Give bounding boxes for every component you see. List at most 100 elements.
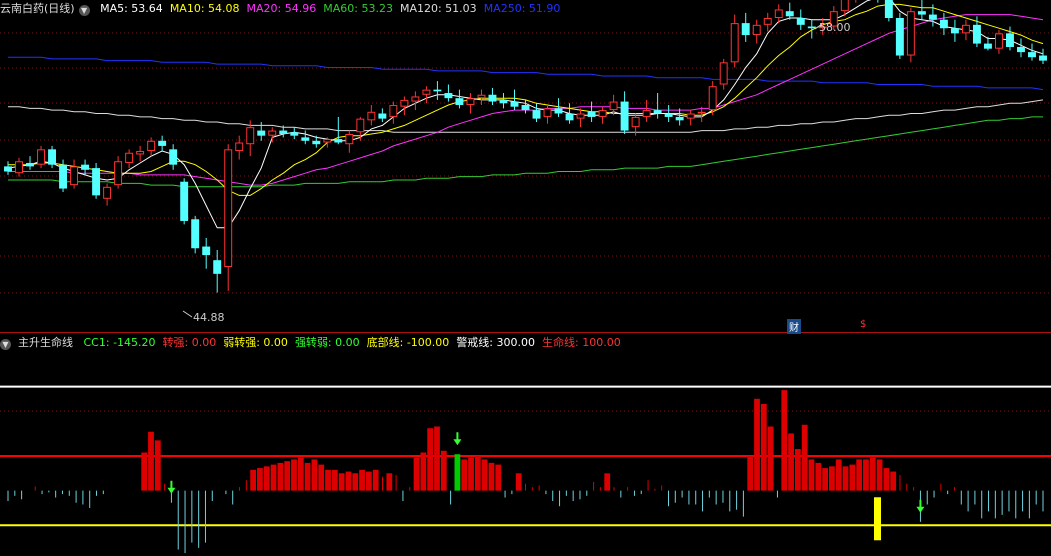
signal-bar-red (515, 473, 522, 491)
candle-body-up (345, 133, 354, 145)
low-marker-line (182, 310, 193, 318)
candle-body-down (664, 113, 673, 117)
candle-body-down (895, 18, 904, 56)
candle-body-down (312, 140, 321, 145)
candle-body-down (620, 101, 629, 131)
candle-body-up (609, 101, 618, 111)
signal-bar-red (345, 471, 352, 491)
signal-bar-red (270, 464, 277, 491)
candle-body-down (301, 137, 310, 141)
signal-bar-red (808, 459, 815, 491)
candle-body-down (4, 166, 12, 172)
main-title[interactable]: 云南白药(日线) (0, 2, 75, 15)
signal-bar-red (890, 471, 897, 491)
signal-bar-red (794, 449, 801, 491)
candle-body-up (994, 33, 1003, 49)
candle-body-up (15, 161, 23, 174)
candle-body-down (785, 11, 794, 17)
candle-body-up (906, 11, 915, 56)
arrow-down-icon (167, 487, 176, 494)
signal-bar-red (801, 424, 808, 491)
candle-body-down (653, 110, 662, 114)
candle-body-down (378, 113, 387, 119)
candle-body-up (752, 24, 761, 36)
signal-bar-red (148, 431, 154, 491)
candle-body-down (334, 139, 343, 143)
indicator-legend-item: 底部线: -100.00 (366, 336, 450, 349)
indicator-legend-item: 警戒线: 300.00 (456, 336, 536, 349)
ma-legend-item: MA120: 51.03 (399, 2, 477, 15)
candle-body-up (730, 23, 739, 63)
indicator-legend-item: 弱转强: 0.00 (223, 336, 288, 349)
candle-body-up (323, 139, 332, 143)
candle-body-up (840, 0, 849, 12)
signal-bar-red (883, 468, 890, 491)
bottom-signal-bar (874, 497, 881, 541)
candle-body-up (543, 108, 552, 117)
signal-bar-red (365, 471, 372, 491)
signal-bar-red (277, 462, 284, 491)
signal-bar-red (767, 426, 774, 491)
signal-bar-red (331, 469, 338, 491)
candle-body-up (147, 140, 156, 152)
signal-bar-red (141, 452, 148, 491)
signal-bar-red (318, 464, 325, 491)
sub-title[interactable]: 主升生命线 (18, 336, 73, 349)
candle-body-down (26, 162, 34, 167)
candle-body-up (367, 111, 376, 121)
candle-body-down (433, 89, 442, 92)
candle-body-up (642, 110, 651, 117)
candle-body-down (191, 219, 200, 249)
candle-body-down (884, 0, 893, 19)
signal-bar-red (495, 464, 502, 491)
signal-bar-red (481, 459, 488, 491)
signal-bar-red (856, 459, 863, 491)
candle-body-down (169, 149, 178, 165)
candle-body-down (1039, 55, 1047, 61)
signal-bar-red (876, 459, 883, 491)
candle-body-up (235, 142, 244, 152)
candle-body-up (598, 110, 607, 117)
main-chart-header: 云南白药(日线) ▼ MA5: 53.64 MA10: 54.08 MA20: 54.… (0, 0, 574, 18)
dividend-marker[interactable]: $ (860, 319, 866, 330)
candle-body-up (719, 62, 728, 85)
signal-bar-red (781, 390, 788, 491)
candle-body-up (389, 104, 398, 117)
candle-body-down (917, 11, 926, 15)
candle-body-up (37, 149, 45, 165)
signal-bar-red (474, 455, 481, 491)
collapse-icon[interactable]: ▼ (78, 5, 90, 16)
candle-body-down (1006, 33, 1014, 47)
candle-body-up (411, 96, 420, 102)
candle-body-down (92, 168, 101, 196)
signal-bar-red (263, 466, 270, 491)
signal-bar-red (747, 455, 754, 491)
ma-legend-item: MA10: 54.08 (169, 2, 240, 15)
signal-bar-red (284, 461, 291, 491)
candle-body-down (1028, 52, 1036, 58)
indicator-legend-item: 生命线: 100.00 (542, 336, 621, 349)
finance-marker[interactable]: 财 (787, 319, 801, 334)
signal-bar-red (788, 433, 794, 491)
signal-bar-red (440, 450, 447, 491)
signal-bar-red (863, 459, 869, 491)
candle-body-up (70, 166, 79, 186)
candle-body-down (532, 110, 541, 119)
signal-bar-red (372, 469, 379, 491)
signal-bar-red (359, 469, 365, 491)
signal-bar-red (154, 440, 161, 491)
signal-bar-red (297, 457, 304, 491)
ma-legend: MA5: 53.64 MA10: 54.08 MA20: 54.96 MA60: 53… (100, 2, 567, 15)
collapse-icon[interactable]: ▼ (0, 339, 11, 350)
ma-legend-item: MA20: 54.96 (246, 2, 317, 15)
candle-body-up (356, 118, 365, 133)
signal-bar-red (257, 468, 263, 491)
signal-bar-red (869, 457, 876, 491)
candle-body-down (213, 260, 222, 274)
candle-body-up (631, 116, 640, 128)
candle-body-down (488, 94, 497, 102)
signal-bar-red (468, 457, 474, 491)
candle-body-up (422, 89, 431, 95)
candle-body-down (675, 116, 684, 121)
ma-legend-item: MA250: 51.90 (483, 2, 561, 15)
